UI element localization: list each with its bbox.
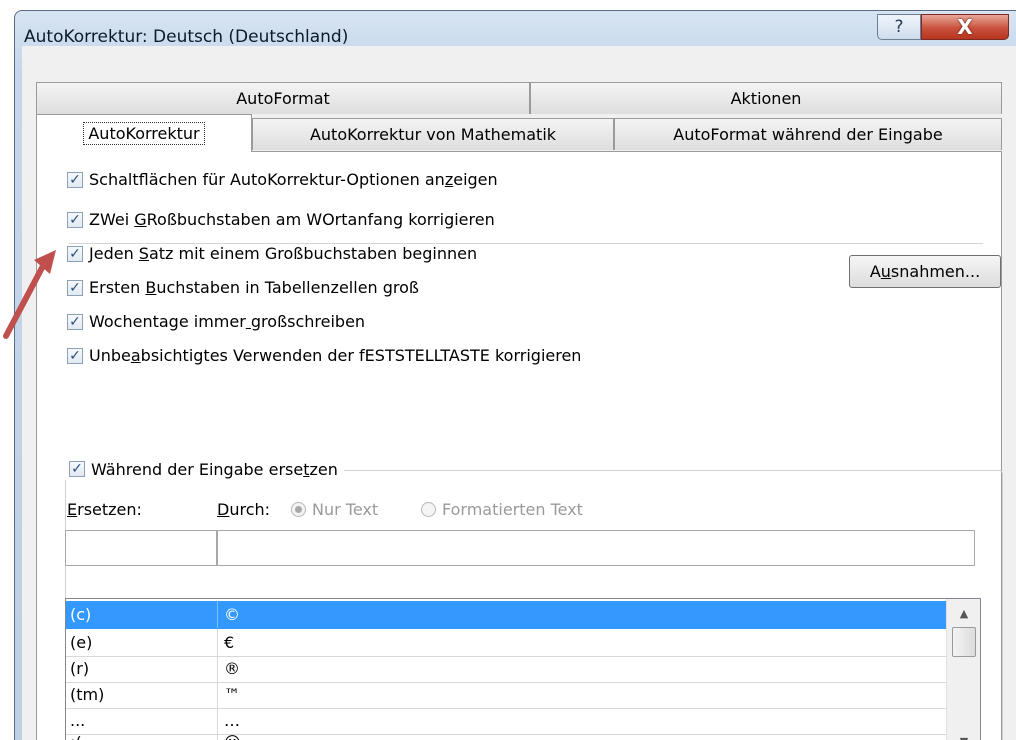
tab-aktionen[interactable]: Aktionen <box>530 82 1002 114</box>
list-item[interactable]: (tm) ™ <box>66 681 946 709</box>
tab-page-autokorrektur: ✓ Schaltflächen für AutoKorrektur-Option… <box>36 151 1003 740</box>
tab-label: AutoKorrektur <box>83 122 205 145</box>
entry-to: € <box>224 633 235 652</box>
checkbox-sentence-caps[interactable]: ✓ Jeden Satz mit einem Großbuchstaben be… <box>67 244 477 263</box>
list-item[interactable]: (r) ® <box>66 655 946 683</box>
checkmark-icon: ✓ <box>67 211 83 228</box>
entry-to: ☹ <box>218 733 241 740</box>
close-button[interactable]: X <box>921 14 1009 40</box>
tab-autokorrektur-mathematik[interactable]: AutoKorrektur von Mathematik <box>252 118 614 150</box>
entry-from: (tm) <box>66 681 218 708</box>
entry-from: :( <box>66 729 218 740</box>
checkbox-show-buttons[interactable]: ✓ Schaltflächen für AutoKorrektur-Option… <box>67 170 498 189</box>
checkmark-icon: ✓ <box>67 313 83 330</box>
tab-autokorrektur[interactable]: AutoKorrektur <box>36 114 252 152</box>
checkbox-caps-lock[interactable]: ✓ Unbeabsichtigtes Verwenden der fESTSTE… <box>67 346 581 365</box>
close-icon: X <box>957 15 973 39</box>
tab-autoformat[interactable]: AutoFormat <box>36 82 530 114</box>
replace-input[interactable] <box>65 530 217 566</box>
entry-from: (r) <box>66 655 218 682</box>
entry-to: ® <box>224 659 240 678</box>
tab-label: AutoFormat <box>236 89 330 108</box>
tab-label: Aktionen <box>730 89 802 108</box>
tab-label: AutoKorrektur von Mathematik <box>309 125 557 144</box>
scroll-thumb[interactable] <box>952 627 976 657</box>
option-label: Ersten Buchstaben in Tabellenzellen groß <box>89 278 420 297</box>
checkbox-table-caps[interactable]: ✓ Ersten Buchstaben in Tabellenzellen gr… <box>67 278 419 297</box>
help-icon: ? <box>894 17 904 37</box>
checkmark-icon: ✓ <box>67 245 83 262</box>
radio-label: Nur Text <box>312 500 379 519</box>
checkbox-weekdays[interactable]: ✓ Wochentage immer großschreiben <box>67 312 365 331</box>
checkbox-replace-while-typing[interactable]: ✓ Während der Eingabe ersetzen <box>65 458 344 480</box>
checkmark-icon: ✓ <box>67 279 83 296</box>
list-item[interactable]: (e) € <box>66 629 946 657</box>
checkmark-icon: ✓ <box>67 347 83 364</box>
tab-label: AutoFormat während der Eingabe <box>673 125 943 144</box>
entry-from: (e) <box>66 629 218 656</box>
entry-to: … <box>224 711 240 730</box>
window-title: AutoKorrektur: Deutsch (Deutschland) <box>24 27 349 47</box>
tab-autoformat-eingabe[interactable]: AutoFormat während der Eingabe <box>614 118 1002 150</box>
radio-circle-icon <box>421 502 436 517</box>
exceptions-button[interactable]: Ausnahmen... <box>849 255 1001 288</box>
radio-formatted-text[interactable]: Formatierten Text <box>421 500 583 519</box>
radio-dot-icon <box>291 502 306 517</box>
option-label: Wochentage immer großschreiben <box>89 312 366 331</box>
help-button[interactable]: ? <box>877 14 921 40</box>
option-label: ZWei GRoßbuchstaben am WOrtanfang korrig… <box>89 210 495 229</box>
checkbox-two-caps[interactable]: ✓ ZWei GRoßbuchstaben am WOrtanfang korr… <box>67 210 495 229</box>
scroll-down-icon[interactable]: ▼ <box>947 731 980 740</box>
entry-to: © <box>224 605 240 624</box>
option-label: Schaltflächen für AutoKorrektur-Optionen… <box>89 170 498 189</box>
with-label: Durch: <box>217 500 271 519</box>
dialog-client-area: AutoFormat Aktionen AutoKorrektur AutoKo… <box>22 46 1016 740</box>
checkmark-icon: ✓ <box>69 461 85 477</box>
annotation-arrow-icon <box>3 250 56 339</box>
scroll-up-icon[interactable]: ▲ <box>947 603 980 623</box>
checkmark-icon: ✓ <box>67 171 83 188</box>
exceptions-label: Ausnahmen... <box>869 262 981 281</box>
radio-label: Formatierten Text <box>442 500 583 519</box>
entry-to: ™ <box>224 685 240 704</box>
replace-label: Ersetzen: <box>67 500 142 519</box>
autocorrect-list[interactable]: (c) © (e) € (r) ® (tm) ™ ... … :( ☹ <box>65 598 981 740</box>
vertical-scrollbar[interactable]: ▲ ▼ <box>946 599 980 740</box>
option-label: Unbeabsichtigtes Verwenden der fESTSTELL… <box>89 346 582 365</box>
list-item[interactable]: (c) © <box>66 601 946 629</box>
with-input[interactable] <box>217 530 975 566</box>
radio-plain-text[interactable]: Nur Text <box>291 500 378 519</box>
entry-from: (c) <box>66 601 218 628</box>
option-label: Jeden Satz mit einem Großbuchstaben begi… <box>89 244 478 263</box>
list-item[interactable]: :( ☹ <box>66 729 946 740</box>
group-label: Während der Eingabe ersetzen <box>91 459 338 479</box>
